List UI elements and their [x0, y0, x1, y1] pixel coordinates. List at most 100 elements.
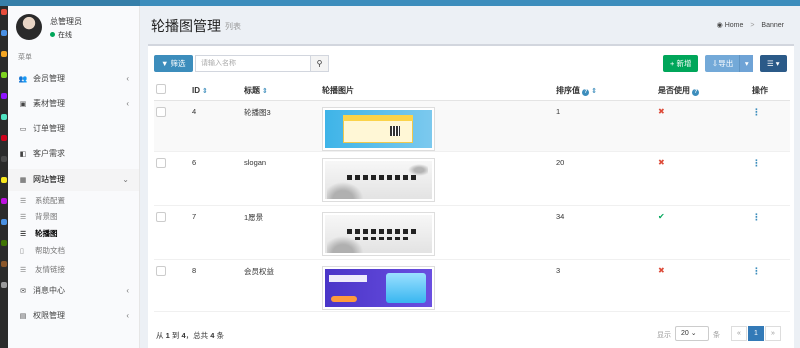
sidebar-item-label: 会员管理	[33, 74, 65, 83]
sidebar-item-materials[interactable]: ▣ 素材管理 ‹	[8, 93, 139, 115]
sidebar-subitem-help-docs[interactable]: ▯ 帮助文档	[8, 244, 139, 258]
sidebar-subitem-links[interactable]: ☰ 友情链接	[8, 263, 139, 277]
chevron-left-icon: ‹	[126, 311, 129, 320]
row-actions-menu-icon[interactable]: ⋮	[752, 212, 761, 222]
dock-app-icon[interactable]	[1, 72, 7, 78]
disabled-icon[interactable]: ✖	[658, 107, 665, 116]
dock-app-icon[interactable]	[1, 198, 7, 204]
add-button[interactable]: + 新增	[663, 55, 699, 72]
dock-app-icon[interactable]	[1, 261, 7, 267]
sidebar-subitem-label: 帮助文档	[35, 246, 65, 255]
page-size-select[interactable]: 20 ⌄	[675, 326, 709, 341]
export-dropdown-toggle[interactable]: ▾	[739, 55, 754, 72]
row-actions-menu-icon[interactable]: ⋮	[752, 266, 761, 276]
sidebar-subitem-system-config[interactable]: ☰ 系统配置	[8, 194, 139, 208]
row-checkbox[interactable]	[156, 265, 166, 276]
disabled-icon[interactable]: ✖	[658, 158, 665, 167]
row-actions-menu-icon[interactable]: ⋮	[752, 158, 761, 168]
chevron-down-icon: ⌄	[122, 175, 129, 184]
banner-thumbnail[interactable]	[322, 157, 435, 202]
banner-thumbnail[interactable]	[322, 106, 435, 151]
banner-thumbnail[interactable]	[322, 265, 435, 310]
document-icon: ▯	[20, 248, 24, 255]
user-status-label: 在线	[58, 32, 72, 39]
sidebar-item-label: 网站管理	[33, 175, 65, 184]
sidebar-item-members[interactable]: 👥 会员管理 ‹	[8, 68, 139, 90]
export-button[interactable]: ⇩导出 ▾	[705, 55, 754, 72]
dock-app-icon[interactable]	[1, 177, 7, 183]
dock-app-icon[interactable]	[1, 156, 7, 162]
summary-suffix: 条	[216, 331, 224, 340]
user-name: 总管理员	[50, 17, 82, 26]
page-title: 轮播图管理	[151, 18, 221, 34]
row-actions-menu-icon[interactable]: ⋮	[752, 107, 761, 117]
export-label: ⇩导出	[712, 59, 734, 68]
lock-icon: ▤	[19, 313, 27, 320]
dock-app-icon[interactable]	[1, 282, 7, 288]
sidebar-item-website[interactable]: ▦ 网站管理 ⌄	[8, 169, 139, 191]
prev-page-button[interactable]: «	[731, 326, 747, 341]
sort-icon: ⇕	[591, 87, 598, 95]
dock-app-icon[interactable]	[1, 9, 7, 15]
summary-from: 1	[165, 331, 170, 340]
sidebar-subitem-background[interactable]: ☰ 背景图	[8, 210, 139, 224]
page-size-unit-label: 条	[713, 332, 720, 339]
dock-app-icon[interactable]	[1, 135, 7, 141]
enabled-icon[interactable]: ✔	[658, 212, 665, 221]
filter-button[interactable]: ▼ 筛选	[154, 55, 193, 72]
cell-sort: 34	[556, 205, 658, 260]
next-page-button[interactable]: »	[765, 326, 781, 341]
table-row[interactable]: 8 会员权益 3 ✖ ⋮	[154, 259, 790, 312]
sidebar-subitem-label: 轮播图	[35, 229, 58, 238]
select-all-checkbox[interactable]	[156, 84, 166, 95]
col-used-header: 是否使用 ?	[658, 81, 752, 101]
user-panel: 总管理员 在线	[8, 6, 139, 44]
sidebar-item-requests[interactable]: ◧ 客户需求	[8, 143, 139, 165]
sidebar-item-orders[interactable]: ▭ 订单管理	[8, 118, 139, 140]
row-checkbox[interactable]	[156, 157, 166, 168]
sidebar-subitem-label: 友情链接	[35, 265, 65, 274]
list-icon: ☰	[20, 214, 27, 221]
list-icon: ☰	[20, 267, 27, 274]
banner-thumbnail[interactable]	[322, 211, 435, 256]
col-sort-header[interactable]: 排序值 ? ⇕	[556, 81, 658, 101]
row-checkbox[interactable]	[156, 106, 166, 117]
sidebar-item-label: 权限管理	[33, 311, 65, 320]
table-header-row: ID ⇕ 标题 ⇕ 轮播图片 排序值 ? ⇕ 是否使用 ? 操作	[154, 81, 790, 101]
breadcrumb-separator: >	[750, 22, 755, 29]
table-row[interactable]: 7 1愿景 34 ✔ ⋮	[154, 205, 790, 260]
banner-table: ID ⇕ 标题 ⇕ 轮播图片 排序值 ? ⇕ 是否使用 ? 操作 4 轮播图3 1 ✖…	[154, 81, 790, 312]
dock-app-icon[interactable]	[1, 240, 7, 246]
dashboard-icon: ◉	[716, 22, 723, 29]
sidebar-item-messages[interactable]: ✉ 消息中心 ‹	[8, 280, 139, 302]
page-size-show-label: 显示	[657, 332, 671, 339]
col-title-header[interactable]: 标题 ⇕	[244, 81, 322, 101]
image-icon: ▣	[19, 101, 27, 108]
dock-app-icon[interactable]	[1, 51, 7, 57]
row-checkbox[interactable]	[156, 211, 166, 222]
dock-app-icon[interactable]	[1, 219, 7, 225]
search-button[interactable]: ⚲	[311, 55, 329, 72]
breadcrumb-home[interactable]: Home	[725, 22, 744, 29]
chevron-down-icon: ⌄	[690, 330, 697, 337]
help-icon: ?	[692, 88, 700, 96]
sort-icon: ⇕	[202, 87, 208, 95]
sidebar: 总管理员 在线 菜单 👥 会员管理 ‹ ▣ 素材管理 ‹ ▭ 订单管理 ◧ 客户需求 ▦ 网站…	[8, 6, 140, 348]
disabled-icon[interactable]: ✖	[658, 266, 665, 275]
table-row[interactable]: 6 slogan 20 ✖ ⋮	[154, 151, 790, 206]
list-icon: ▭	[19, 126, 27, 133]
columns-toggle-button[interactable]: ☰ ▾	[760, 55, 787, 72]
table-row[interactable]: 4 轮播图3 1 ✖ ⋮	[154, 100, 790, 152]
mail-icon: ✉	[20, 288, 26, 295]
dock-app-icon[interactable]	[1, 30, 7, 36]
sidebar-item-permissions[interactable]: ▤ 权限管理 ‹	[8, 305, 139, 327]
cell-sort: 3	[556, 259, 658, 312]
dock-app-icon[interactable]	[1, 93, 7, 99]
page-button-current[interactable]: 1	[748, 326, 764, 341]
cell-title: 会员权益	[244, 259, 322, 312]
breadcrumb: ◉ Home > Banner	[717, 21, 784, 29]
sidebar-subitem-banner[interactable]: ☰ 轮播图	[8, 227, 139, 241]
col-id-header[interactable]: ID ⇕	[192, 81, 244, 101]
search-input[interactable]: 请输入名称	[195, 55, 311, 72]
dock-app-icon[interactable]	[1, 114, 7, 120]
